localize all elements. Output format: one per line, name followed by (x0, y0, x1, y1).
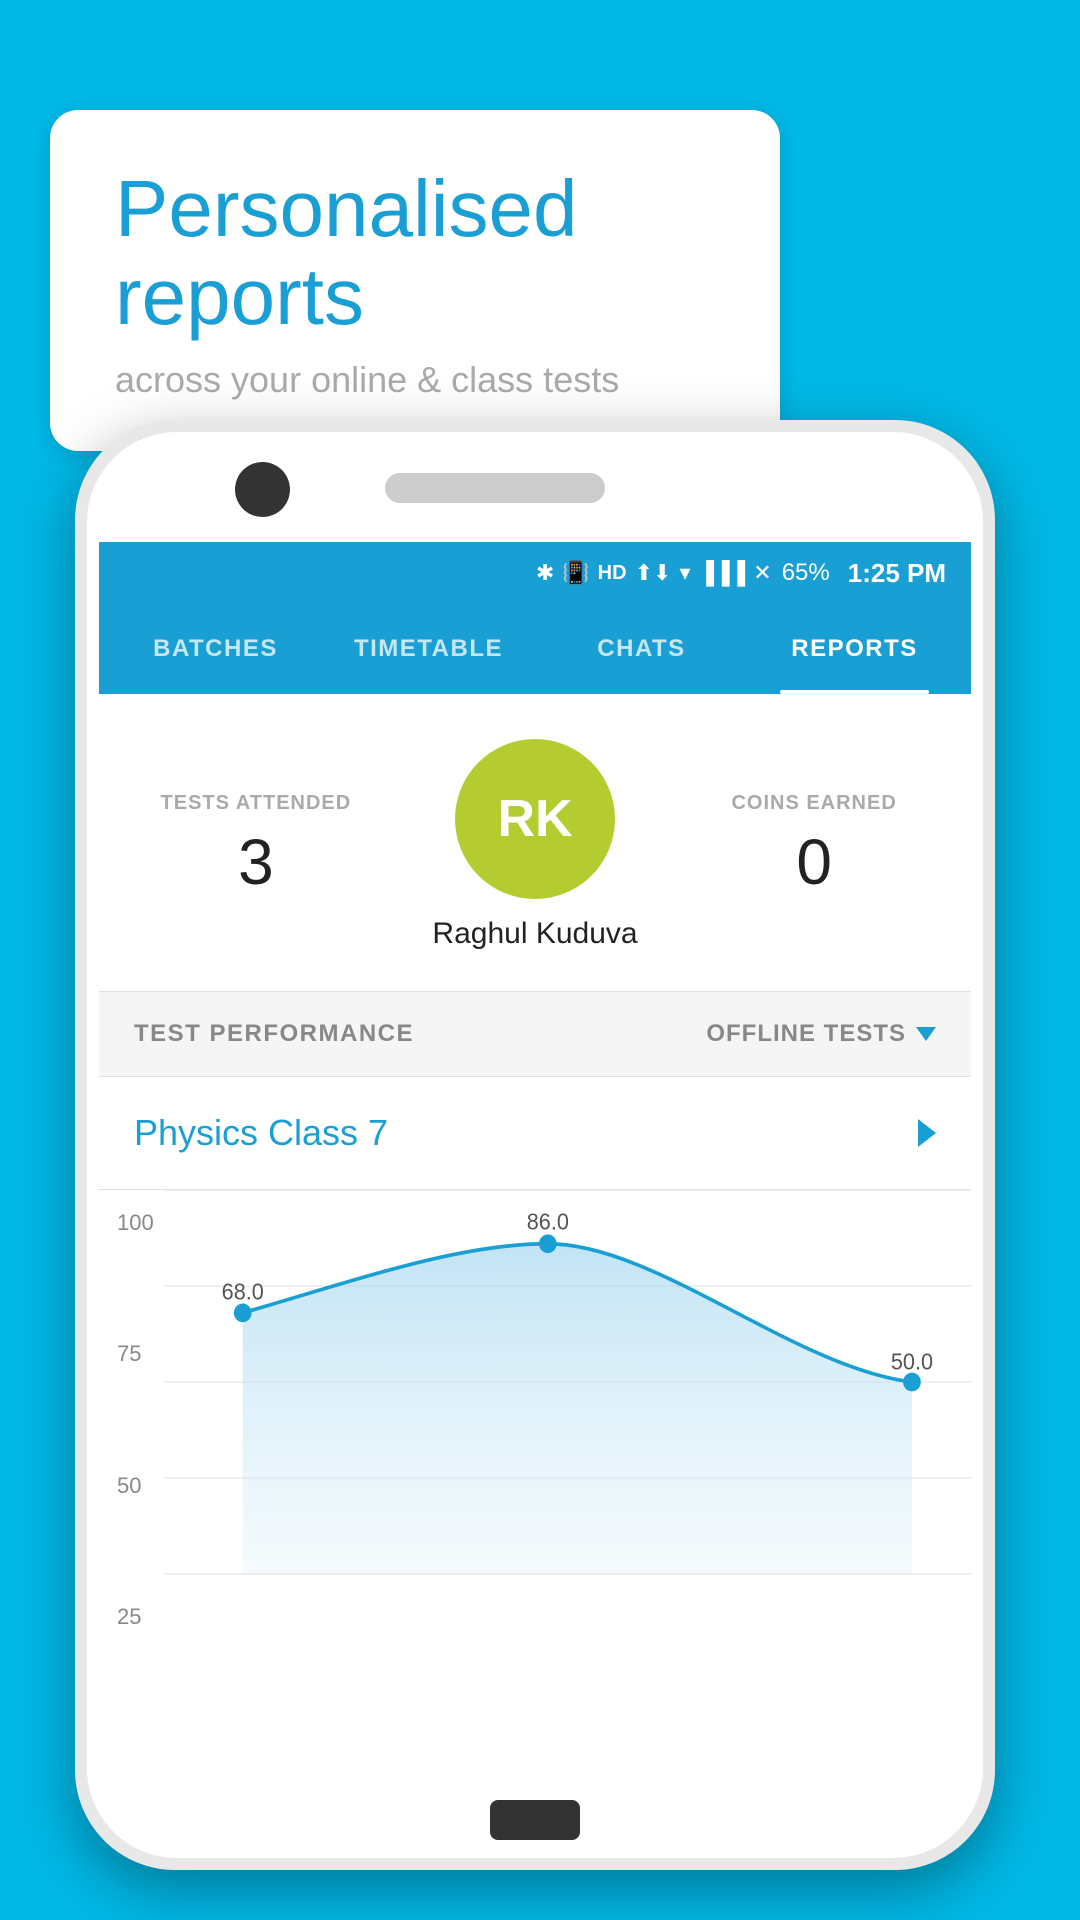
tests-attended-value: 3 (129, 825, 383, 899)
screen: ✱ 📳 HD ⬆⬇ ▾ ▐▐▐ ✕ 65% 1:25 PM (99, 542, 971, 1778)
tab-chats[interactable]: CHATS (535, 604, 748, 694)
avatar-area: RK Raghul Kuduva (383, 739, 688, 951)
bubble-subtitle: across your online & class tests (115, 359, 715, 401)
coins-earned-label: COINS EARNED (687, 792, 941, 815)
chart-label-2: 86.0 (527, 1209, 569, 1235)
avatar-initials: RK (497, 789, 572, 849)
physics-class-row[interactable]: Physics Class 7 (99, 1077, 971, 1190)
phone-camera (235, 462, 290, 517)
chart-fill-path (243, 1244, 912, 1574)
tests-attended-box: TESTS ATTENDED 3 (129, 792, 383, 899)
coins-earned-value: 0 (687, 825, 941, 899)
phone-inner: ✱ 📳 HD ⬆⬇ ▾ ▐▐▐ ✕ 65% 1:25 PM (87, 432, 983, 1858)
y-label-75: 75 (117, 1341, 154, 1367)
y-label-50: 50 (117, 1473, 154, 1499)
data-icon: ⬆⬇ (635, 560, 672, 586)
tab-bar: BATCHES TIMETABLE CHATS REPORTS (99, 604, 971, 694)
y-label-25: 25 (117, 1604, 154, 1630)
tab-batches[interactable]: BATCHES (109, 604, 322, 694)
chart-svg: 68.0 86.0 50.0 (164, 1190, 971, 1670)
signal-icon: ▐▐▐ (698, 560, 745, 586)
chart-point-3 (903, 1373, 921, 1392)
phone-home-button[interactable] (490, 1800, 580, 1840)
chart-point-1 (234, 1303, 252, 1322)
filter-button[interactable]: OFFLINE TESTS (706, 1020, 936, 1048)
chart-point-2 (539, 1234, 557, 1253)
status-time: 1:25 PM (848, 558, 946, 589)
chart-label-1: 68.0 (222, 1279, 264, 1305)
chart-area: 100 75 50 25 (99, 1190, 971, 1670)
filter-label: OFFLINE TESTS (706, 1020, 906, 1048)
profile-section: TESTS ATTENDED 3 RK Raghul Kuduva COINS … (99, 694, 971, 992)
no-signal-icon: ✕ (753, 560, 771, 586)
bluetooth-icon: ✱ (536, 560, 554, 586)
coins-earned-box: COINS EARNED 0 (687, 792, 941, 899)
wifi-icon: ▾ (679, 560, 690, 586)
battery-indicator: 65% (782, 559, 830, 587)
tab-reports[interactable]: REPORTS (748, 604, 961, 694)
y-label-100: 100 (117, 1210, 154, 1236)
chart-y-axis: 100 75 50 25 (117, 1210, 154, 1670)
chart-label-3: 50.0 (891, 1349, 933, 1375)
hd-icon: HD (598, 562, 627, 585)
chevron-down-icon (916, 1027, 936, 1041)
status-bar: ✱ 📳 HD ⬆⬇ ▾ ▐▐▐ ✕ 65% 1:25 PM (99, 542, 971, 604)
chart-svg-container: 68.0 86.0 50.0 (164, 1190, 971, 1670)
avatar: RK (455, 739, 615, 899)
section-header: TEST PERFORMANCE OFFLINE TESTS (99, 992, 971, 1077)
chevron-right-icon (918, 1119, 936, 1147)
speech-bubble: Personalised reports across your online … (50, 110, 780, 451)
phone-speaker (385, 473, 605, 503)
section-title: TEST PERFORMANCE (134, 1020, 414, 1048)
vibrate-icon: 📳 (562, 560, 589, 586)
status-icons: ✱ 📳 HD ⬆⬇ ▾ ▐▐▐ ✕ (536, 560, 772, 586)
phone-frame: ✱ 📳 HD ⬆⬇ ▾ ▐▐▐ ✕ 65% 1:25 PM (75, 420, 995, 1870)
tests-attended-label: TESTS ATTENDED (129, 792, 383, 815)
class-name: Physics Class 7 (134, 1112, 388, 1154)
tab-timetable[interactable]: TIMETABLE (322, 604, 535, 694)
bubble-title: Personalised reports (115, 165, 715, 341)
user-name: Raghul Kuduva (432, 917, 637, 951)
